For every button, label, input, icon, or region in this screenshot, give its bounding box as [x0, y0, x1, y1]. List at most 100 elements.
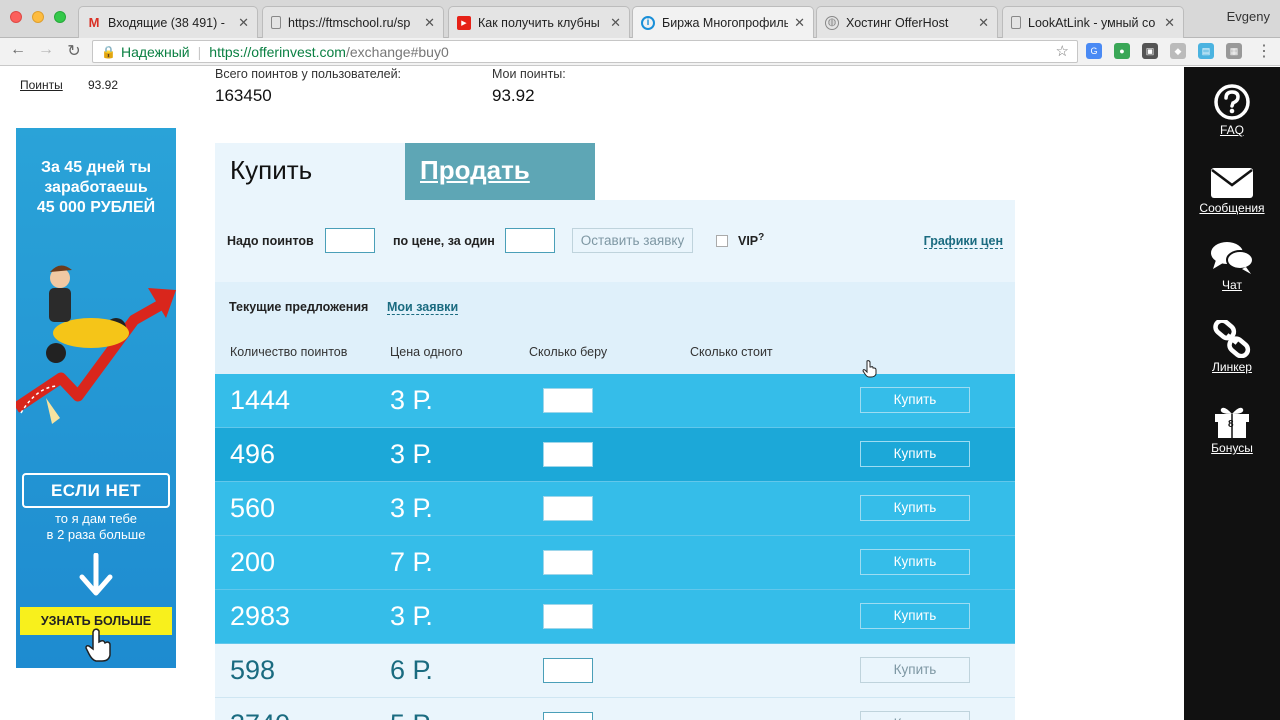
arrow-down-icon	[79, 553, 113, 596]
tab-sell[interactable]: Продать	[405, 143, 595, 200]
buy-button[interactable]: Купить	[860, 387, 970, 413]
vip-help[interactable]: ?	[758, 232, 764, 243]
price-charts-link[interactable]: Графики цен	[923, 234, 1003, 249]
envelope-icon	[1211, 168, 1253, 198]
take-quantity-input[interactable]	[543, 388, 593, 413]
browser-tab-offerinvest[interactable]: i Биржа Многопрофиль ✕	[632, 6, 814, 38]
bookmark-star-icon[interactable]: ☆	[1056, 42, 1069, 60]
table-row: 2983 3 Р. Купить	[215, 590, 1015, 644]
close-tab-icon[interactable]: ✕	[424, 15, 435, 31]
sidebar-item-bonuses[interactable]: 8 Бонусы	[1184, 405, 1280, 457]
offers-header: Текущие предложения Мои заявки Количеств…	[215, 282, 1015, 374]
window-maximize-button[interactable]	[54, 11, 66, 23]
extension-icon[interactable]: ▦	[1226, 43, 1242, 59]
banner-if-not-button[interactable]: ЕСЛИ НЕТ	[22, 473, 170, 508]
table-row: 3740 5 Р. Купить	[215, 698, 1015, 720]
sidebar-item-messages[interactable]: Сообщения	[1184, 167, 1280, 217]
price-per-one-label: по цене, за один	[393, 234, 495, 248]
vip-text: VIP	[738, 234, 759, 249]
reload-icon[interactable]: ↻	[64, 41, 84, 61]
close-tab-icon[interactable]: ✕	[238, 15, 249, 31]
take-quantity-input[interactable]	[543, 604, 593, 629]
take-quantity-input[interactable]	[543, 712, 593, 720]
browser-tab-youtube[interactable]: ▶ Как получить клубны ✕	[448, 6, 630, 38]
translate-extension-icon[interactable]: G	[1086, 43, 1102, 59]
tab-buy-label: Купить	[230, 155, 313, 185]
window-minimize-button[interactable]	[32, 11, 44, 23]
column-header: Количество поинтов	[230, 345, 348, 359]
take-quantity-input[interactable]	[543, 658, 593, 683]
buy-button[interactable]: Купить	[860, 711, 970, 720]
profile-name[interactable]: Evgeny	[1227, 9, 1270, 24]
offer-price: 7 Р.	[390, 547, 433, 577]
close-tab-icon[interactable]: ✕	[610, 15, 621, 31]
tab-sell-label: Продать	[420, 155, 530, 185]
total-points-label: Всего поинтов у пользователей:	[215, 67, 402, 81]
url-host: https://offerinvest.com	[209, 43, 346, 60]
browser-tab-ftmschool[interactable]: https://ftmschool.ru/sp ✕	[262, 6, 444, 38]
link-icon	[1213, 320, 1251, 358]
banner-headline-line: За 45 дней ты	[40, 159, 152, 176]
extension-icon[interactable]: ●	[1114, 43, 1130, 59]
column-header: Сколько стоит	[690, 345, 773, 359]
banner-headline-line: заработаешь	[44, 179, 148, 196]
window-close-button[interactable]	[10, 11, 22, 23]
page-icon	[1011, 16, 1021, 29]
offer-price: 3 Р.	[390, 493, 433, 523]
right-sidebar: FAQ Сообщения Чат Линкер 8 Бонусы	[1184, 67, 1280, 720]
close-tab-icon[interactable]: ✕	[1164, 15, 1175, 31]
browser-tab-lookatlink[interactable]: LookAtLink - умный со ✕	[1002, 6, 1184, 38]
buy-button[interactable]: Купить	[860, 549, 970, 575]
close-tab-icon[interactable]: ✕	[978, 15, 989, 31]
buy-button[interactable]: Купить	[860, 495, 970, 521]
buy-button[interactable]: Купить	[860, 603, 970, 629]
table-row: 560 3 Р. Купить	[215, 482, 1015, 536]
close-tab-icon[interactable]: ✕	[794, 15, 805, 31]
table-row: 598 6 Р. Купить	[215, 644, 1015, 698]
buy-button[interactable]: Купить	[860, 657, 970, 683]
sidebar-item-label: Чат	[1222, 278, 1242, 292]
shield-extension-icon[interactable]: ◆	[1170, 43, 1186, 59]
buy-button[interactable]: Купить	[860, 441, 970, 467]
price-per-one-input[interactable]	[505, 228, 555, 253]
offer-amount: 598	[230, 655, 276, 685]
banner-headline-line: 45 000 РУБЛЕЙ	[36, 199, 156, 216]
bonus-count-badge: 8	[1228, 419, 1234, 430]
tab-buy[interactable]: Купить	[215, 143, 405, 200]
offer-price: 3 Р.	[390, 439, 433, 469]
ad-banner[interactable]: За 45 дней ты заработаешь 45 000 РУБЛЕЙ …	[16, 128, 176, 668]
sidebar-item-chat[interactable]: Чат	[1184, 240, 1280, 294]
place-order-button[interactable]: Оставить заявку	[572, 228, 693, 253]
take-quantity-input[interactable]	[543, 550, 593, 575]
browser-tab-gmail[interactable]: M Входящие (38 491) - ✕	[78, 6, 258, 38]
banner-subtext: то я дам тебе в 2 раза больше	[16, 511, 176, 543]
sidebar-item-faq[interactable]: FAQ	[1184, 83, 1280, 139]
vip-label: VIP?	[738, 232, 764, 248]
offer-price: 6 Р.	[390, 655, 433, 685]
scooter-rider-illustration	[16, 265, 176, 424]
offer-amount: 496	[230, 439, 276, 469]
my-orders-link[interactable]: Мои заявки	[387, 300, 459, 315]
take-quantity-input[interactable]	[543, 442, 593, 467]
points-link[interactable]: Поинты	[20, 78, 63, 92]
browser-tab-offerhost[interactable]: ◍ Хостинг OfferHost ✕	[816, 6, 998, 38]
take-quantity-input[interactable]	[543, 496, 593, 521]
sidebar-item-linker[interactable]: Линкер	[1184, 320, 1280, 376]
menu-icon[interactable]: ⋮	[1254, 41, 1274, 61]
extension-icon[interactable]: ▣	[1142, 43, 1158, 59]
hand-pointer-icon	[85, 628, 111, 662]
back-icon[interactable]: ←	[8, 41, 28, 59]
extension-icon[interactable]: ▤	[1198, 43, 1214, 59]
offers-table: 1444 3 Р. Купить 496 3 Р. Купить 560 3 Р…	[215, 374, 1015, 720]
chat-icon	[1211, 242, 1254, 274]
offer-price: 3 Р.	[390, 385, 433, 415]
vip-checkbox[interactable]	[716, 235, 728, 247]
offer-amount: 1444	[230, 385, 291, 415]
need-points-input[interactable]	[325, 228, 375, 253]
url-path: /exchange#buy0	[345, 43, 449, 60]
order-form: Надо поинтов по цене, за один Оставить з…	[215, 200, 1015, 282]
offer-amount: 200	[230, 547, 276, 577]
banner-subtext-line: то я дам тебе	[54, 511, 138, 526]
url-input[interactable]: 🔒 Надежный | https://offerinvest.com /ex…	[92, 40, 1078, 63]
forward-icon[interactable]: →	[36, 41, 56, 59]
